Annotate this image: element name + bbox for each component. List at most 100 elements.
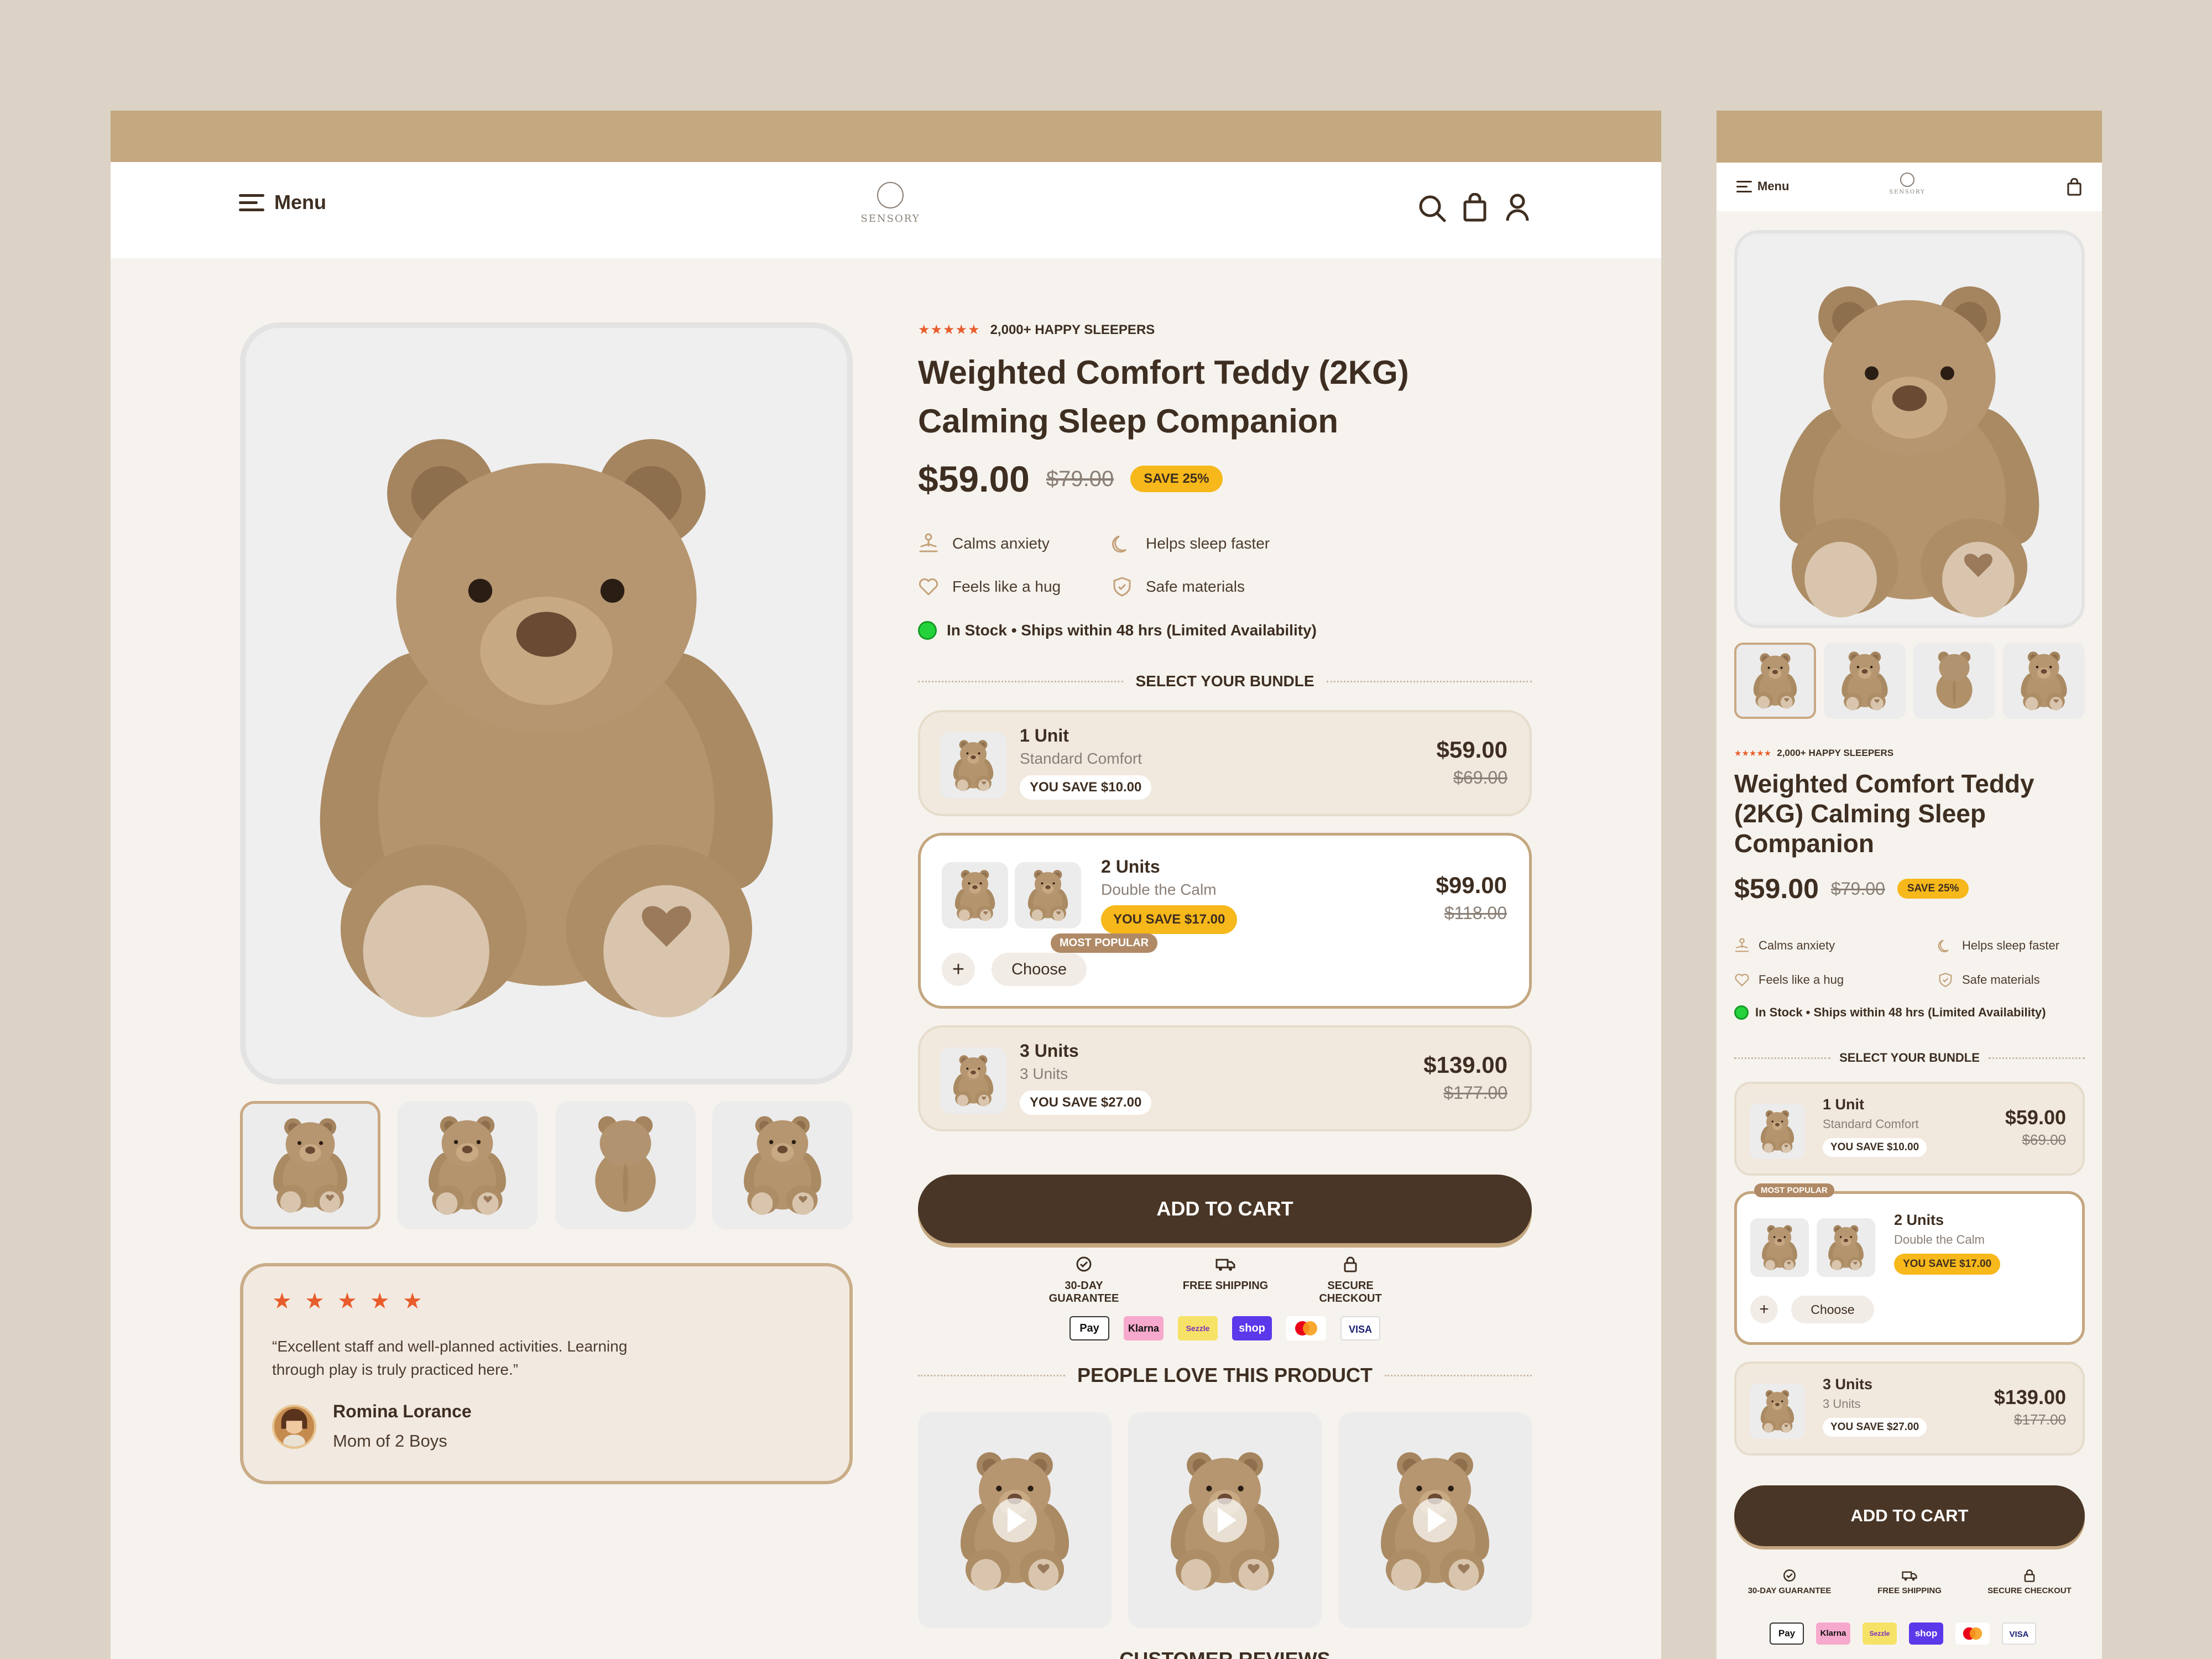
save-badge: SAVE 25% xyxy=(1897,879,1969,899)
thumbnail-3[interactable] xyxy=(555,1101,696,1229)
shop-pay-icon: shop xyxy=(1909,1623,1943,1645)
stock-status: In Stock • Ships within 48 hrs (Limited … xyxy=(1734,1005,2046,1020)
main-product-image[interactable] xyxy=(240,322,853,1084)
add-to-cart-button[interactable]: ADD TO CART xyxy=(918,1175,1532,1243)
cart-bag-icon[interactable] xyxy=(1463,193,1486,222)
main-product-image[interactable] xyxy=(1734,230,2085,628)
product-title: Weighted Comfort Teddy (2KG) Calming Sle… xyxy=(1734,769,2034,858)
review-stars: ★ ★ ★ ★ ★ xyxy=(272,1289,426,1313)
old-price: $79.00 xyxy=(1830,878,1885,899)
feature-helps-sleep: Helps sleep faster xyxy=(1112,533,1270,554)
add-to-cart-button[interactable]: ADD TO CART xyxy=(1734,1485,2085,1546)
bundle-title: 3 Units xyxy=(1823,1376,1873,1392)
bundle-heading: SELECT YOUR BUNDLE xyxy=(918,672,1532,690)
most-popular-badge: MOST POPULAR xyxy=(1754,1183,1834,1197)
bundle-price: $139.00 xyxy=(1423,1052,1507,1078)
bundle-thumbnail xyxy=(1750,1218,1809,1277)
feature-calms-anxiety: Calms anxiety xyxy=(1734,938,1835,953)
review-quote: “Excellent staff and well-planned activi… xyxy=(272,1335,627,1381)
thumbnail-3[interactable] xyxy=(1913,643,1995,719)
bundle-subtitle: Double the Calm xyxy=(1101,881,1217,898)
bundle-title: 3 Units xyxy=(1020,1041,1079,1061)
search-icon[interactable] xyxy=(1418,194,1447,223)
bundle-thumbnail xyxy=(1750,1384,1805,1439)
feature-feels-like-hug: Feels like a hug xyxy=(1734,972,1844,988)
bundle-option-3[interactable]: 3 Units 3 Units YOU SAVE $27.00 $139.00 … xyxy=(1734,1361,2085,1455)
thumbnail-4[interactable] xyxy=(712,1101,853,1229)
bundle-savings-badge: YOU SAVE $27.00 xyxy=(1823,1418,1927,1437)
feature-safe-materials: Safe materials xyxy=(1938,972,2040,988)
thumbnail-4[interactable] xyxy=(2003,643,2085,719)
bundle-savings-badge: YOU SAVE $10.00 xyxy=(1020,775,1152,800)
old-price: $79.00 xyxy=(1046,466,1114,491)
people-love-heading-text: PEOPLE LOVE THIS PRODUCT xyxy=(1077,1364,1373,1386)
customer-reviews-heading: CUSTOMER REVIEWS xyxy=(918,1648,1532,1659)
sezzle-icon: Sezzle xyxy=(1178,1316,1218,1340)
choose-variant-button[interactable]: Choose xyxy=(1791,1296,1874,1323)
bundle-savings-badge: YOU SAVE $17.00 xyxy=(1101,905,1238,934)
trust-label: SECURE CHECKOUT xyxy=(1987,1586,2072,1595)
product-title-line-1: Weighted Comfort Teddy xyxy=(1734,769,2034,798)
bundle-price: $59.00 xyxy=(2005,1106,2066,1129)
meditation-icon xyxy=(1735,938,1749,952)
account-icon[interactable] xyxy=(1505,193,1530,222)
trust-label: FREE SHIPPING xyxy=(1182,1280,1269,1292)
video-card-3[interactable] xyxy=(1338,1412,1532,1628)
desktop-page: Menu SENSORY ★ ★ ★ ★ ★ “Excellent staff … xyxy=(111,111,1661,1659)
badge-check-icon xyxy=(1076,1256,1092,1272)
klarna-icon: Klarna xyxy=(1816,1623,1850,1645)
rating-text: 2,000+ HAPPY SLEEPERS xyxy=(1777,748,1894,758)
cart-bag-icon[interactable] xyxy=(2067,178,2081,196)
save-badge: SAVE 25% xyxy=(1130,466,1223,492)
add-variant-button[interactable]: + xyxy=(1750,1296,1778,1323)
hamburger-icon xyxy=(239,194,264,211)
bundle-option-3[interactable]: 3 Units 3 Units YOU SAVE $27.00 $139.00 … xyxy=(918,1025,1532,1131)
brand-logo[interactable]: SENSORY xyxy=(852,182,929,225)
menu-button[interactable]: Menu xyxy=(1736,179,1789,194)
apple-pay-icon: Pay xyxy=(1070,1316,1109,1340)
bundle-savings-badge: YOU SAVE $17.00 xyxy=(1894,1254,2001,1275)
video-card-1[interactable] xyxy=(918,1412,1112,1628)
lock-icon xyxy=(1344,1256,1357,1272)
shield-check-icon xyxy=(1939,973,1952,987)
brand-logo[interactable]: SENSORY xyxy=(1882,173,1932,195)
price-row: $59.00 $79.00 SAVE 25% xyxy=(1734,873,1969,905)
klarna-icon: Klarna xyxy=(1124,1316,1164,1340)
bundle-subtitle: 3 Units xyxy=(1020,1065,1068,1082)
trust-label: 30-DAY GUARANTEE xyxy=(1048,1280,1119,1305)
site-header: Menu SENSORY xyxy=(111,162,1661,258)
heart-icon xyxy=(1735,973,1749,987)
bundle-option-1[interactable]: 1 Unit Standard Comfort YOU SAVE $10.00 … xyxy=(918,710,1532,816)
bundle-subtitle: 3 Units xyxy=(1823,1397,1861,1411)
feature-feels-like-hug: Feels like a hug xyxy=(918,576,1061,597)
bundle-subtitle: Standard Comfort xyxy=(1823,1117,1919,1131)
feature-label: Helps sleep faster xyxy=(1962,938,2060,952)
thumbnail-2[interactable] xyxy=(1824,643,1906,719)
bundle-title: 1 Unit xyxy=(1823,1096,1865,1113)
bundle-option-2[interactable]: 2 Units Double the Calm YOU SAVE $17.00 … xyxy=(918,833,1532,1009)
bundle-old-price: $118.00 xyxy=(1444,903,1507,923)
mastercard-icon xyxy=(1955,1623,1990,1645)
stock-text: In Stock • Ships within 48 hrs (Limited … xyxy=(947,622,1317,639)
heart-icon xyxy=(919,578,938,596)
choose-variant-button[interactable]: Choose xyxy=(992,953,1087,986)
thumbnail-1[interactable] xyxy=(240,1101,380,1229)
bundle-option-2[interactable]: 2 Units Double the Calm YOU SAVE $17.00 … xyxy=(1734,1191,2085,1345)
bundle-option-1[interactable]: 1 Unit Standard Comfort YOU SAVE $10.00 … xyxy=(1734,1082,2085,1176)
bundle-heading: SELECT YOUR BUNDLE xyxy=(1734,1051,2085,1065)
thumbnail-1[interactable] xyxy=(1734,643,1816,719)
stock-status: In Stock • Ships within 48 hrs (Limited … xyxy=(918,621,1317,640)
add-variant-button[interactable]: + xyxy=(942,953,975,986)
site-header: Menu SENSORY xyxy=(1717,163,2102,211)
feature-label: Safe materials xyxy=(1146,578,1245,595)
stock-text: In Stock • Ships within 48 hrs (Limited … xyxy=(1755,1005,2046,1019)
product-title-line-2: Calming Sleep Companion xyxy=(918,403,1339,440)
feature-label: Feels like a hug xyxy=(1759,973,1844,987)
video-card-2[interactable] xyxy=(1128,1412,1322,1628)
thumbnail-2[interactable] xyxy=(397,1101,538,1229)
trust-label: FREE SHIPPING xyxy=(1877,1586,1942,1595)
review-card: ★ ★ ★ ★ ★ “Excellent staff and well-plan… xyxy=(240,1263,853,1484)
menu-button[interactable]: Menu xyxy=(239,191,326,214)
shop-pay-icon: shop xyxy=(1232,1316,1272,1340)
rating-text: 2,000+ HAPPY SLEEPERS xyxy=(990,322,1155,337)
